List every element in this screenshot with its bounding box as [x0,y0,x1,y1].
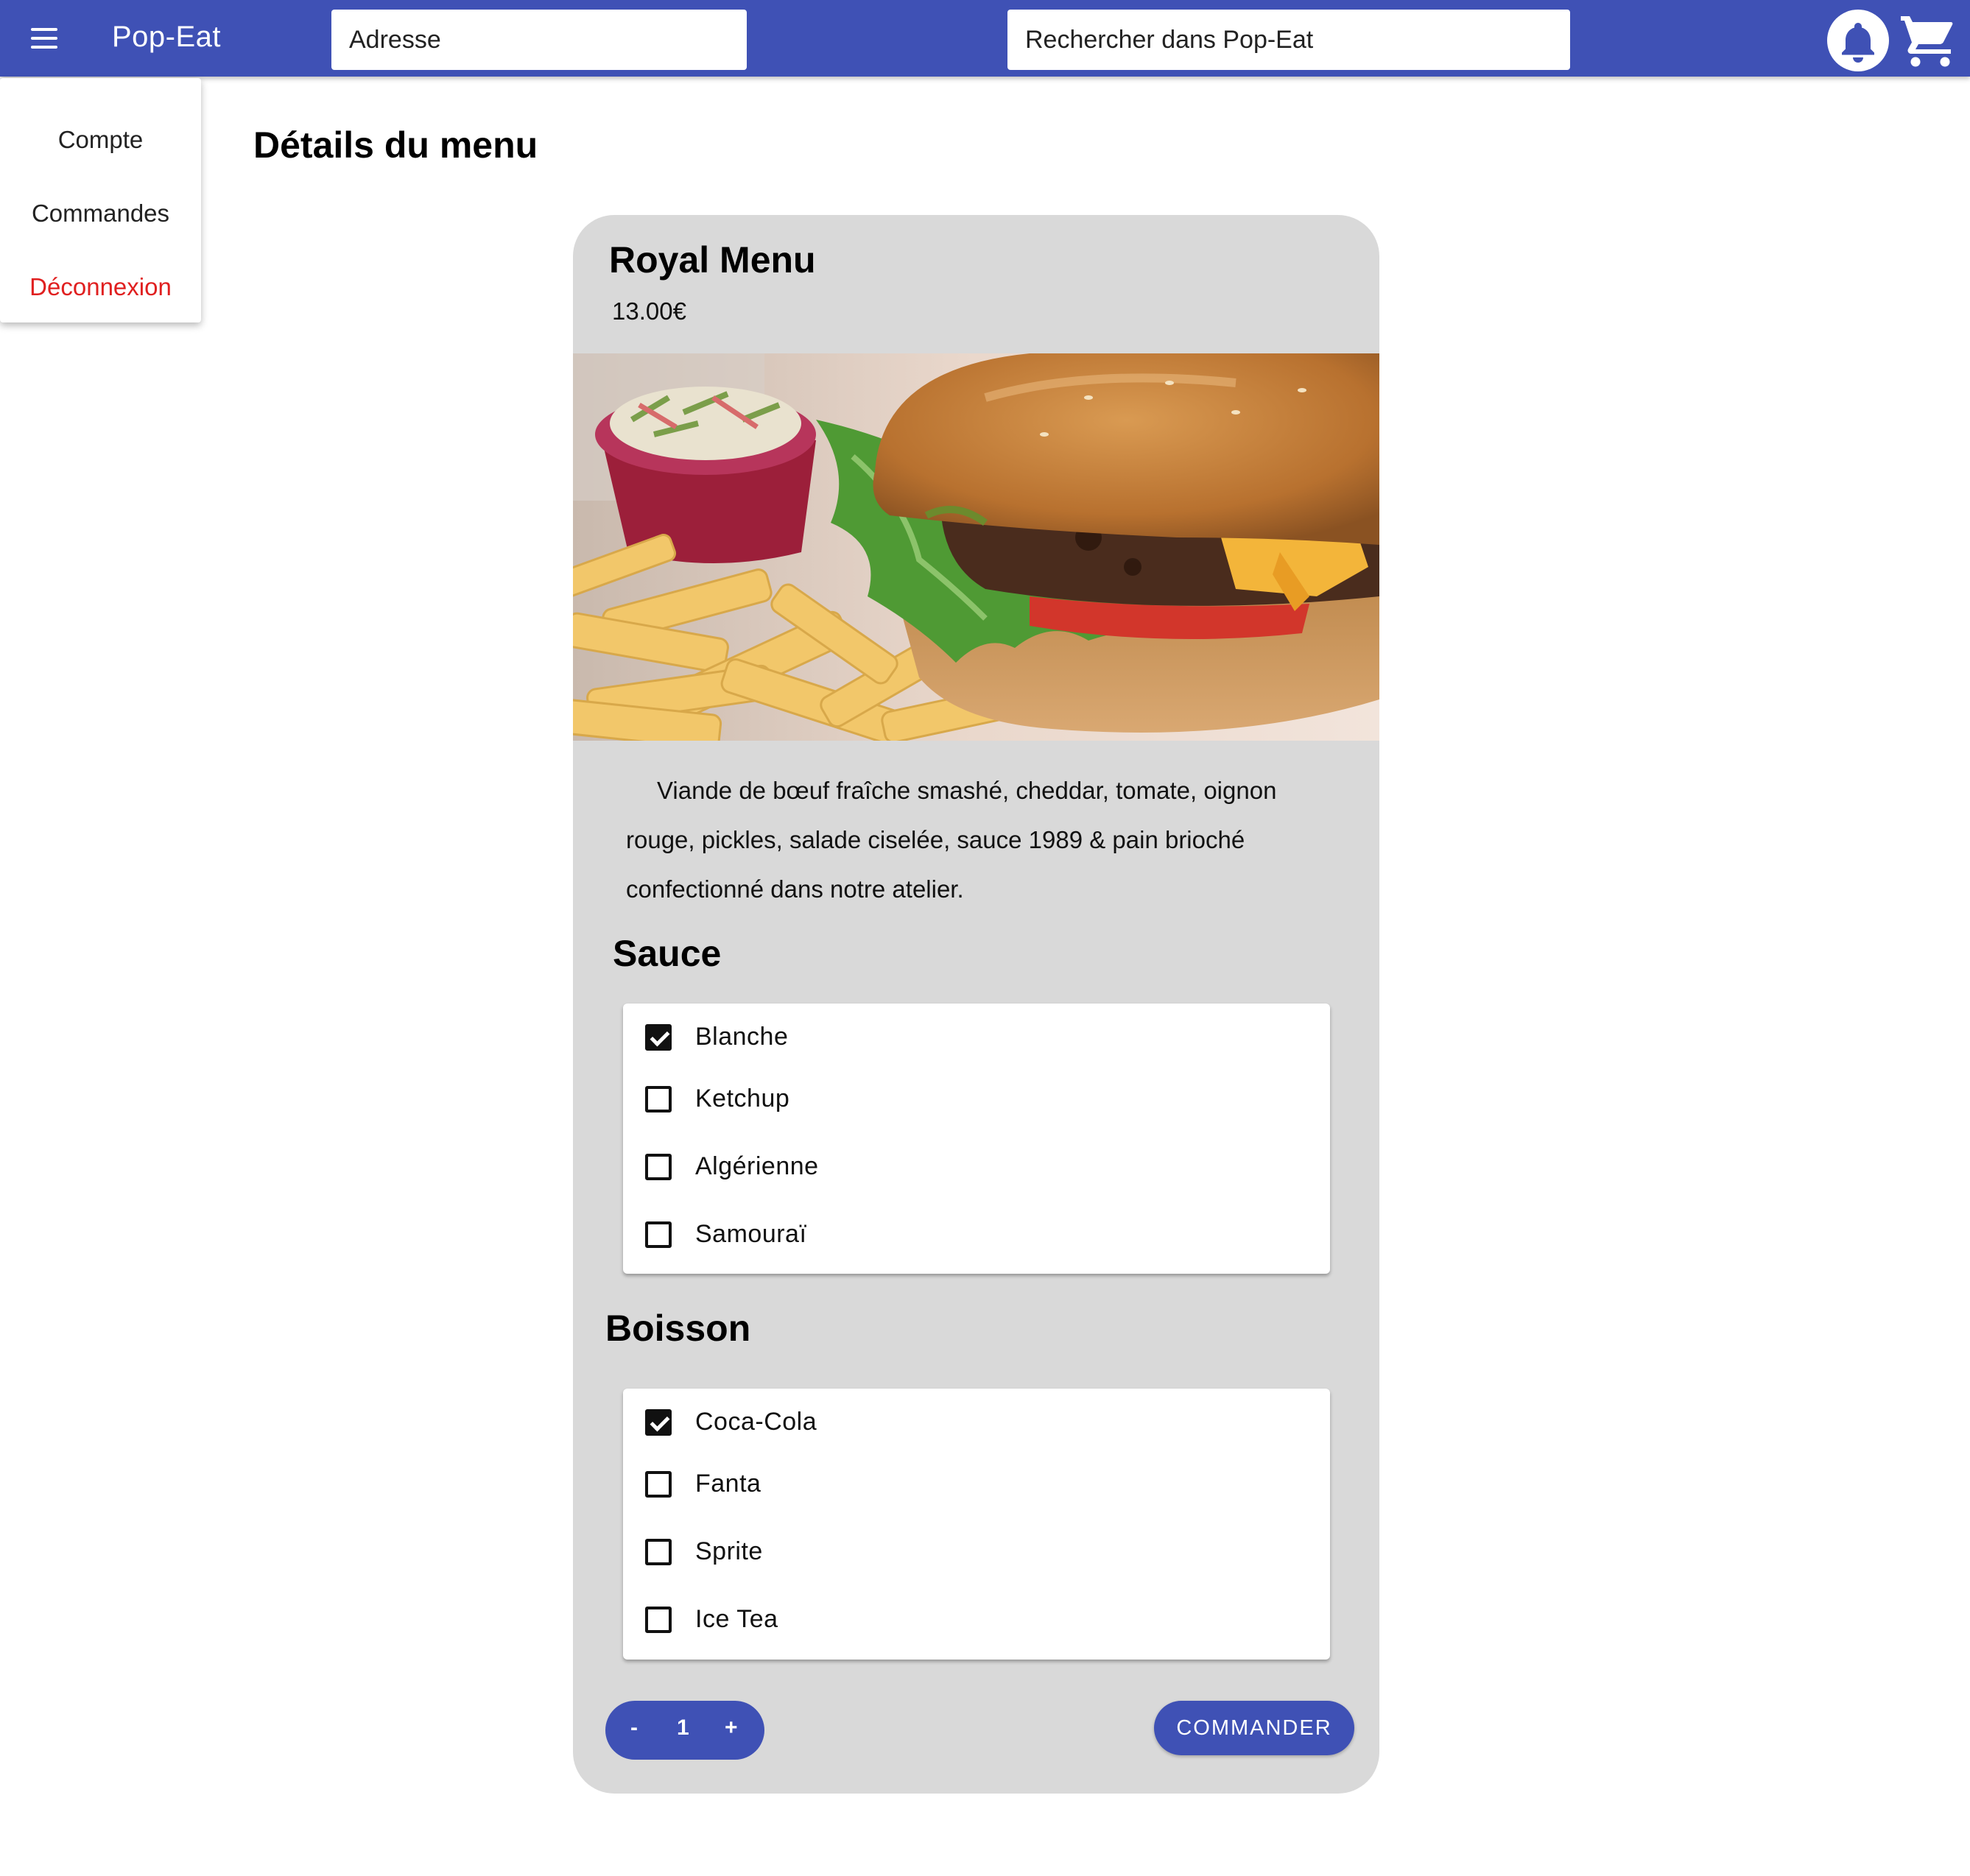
menu-item-account[interactable]: Compte [0,114,201,166]
option-label: Algérienne [695,1152,819,1180]
drink-option-ice-tea[interactable]: Ice Tea [623,1593,1330,1646]
sauce-option-samourai[interactable]: Samouraï [623,1208,1330,1261]
menu-name: Royal Menu [609,239,816,281]
option-label: Ice Tea [695,1605,778,1633]
option-label: Coca-Cola [695,1408,817,1436]
address-input[interactable] [331,10,747,70]
checkbox-checked[interactable] [645,1024,672,1051]
burger-photo [573,353,1379,741]
option-label: Ketchup [695,1085,790,1112]
checkbox-unchecked[interactable] [645,1471,672,1498]
menu-detail-card: Royal Menu 13.00€ Viande de bœuf fraîche… [573,215,1379,1794]
option-label: Fanta [695,1470,761,1498]
sauce-section-title: Sauce [613,933,722,974]
decrement-button[interactable]: - [630,1715,638,1741]
checkbox-unchecked[interactable] [645,1221,672,1248]
quantity-value: 1 [677,1715,689,1740]
option-label: Sprite [695,1537,763,1565]
checkbox-unchecked[interactable] [645,1607,672,1633]
checkbox-unchecked[interactable] [645,1154,672,1180]
sauce-option-blanche[interactable]: Blanche [623,1011,1330,1064]
sauce-option-ketchup[interactable]: Ketchup [623,1073,1330,1126]
sauce-option-algerienne[interactable]: Algérienne [623,1140,1330,1193]
app-title[interactable]: Pop-Eat [112,21,221,54]
menu-item-logout[interactable]: Déconnexion [0,261,201,313]
drink-options: Coca-Cola Fanta Sprite Ice Tea [623,1389,1330,1660]
sauce-options: Blanche Ketchup Algérienne Samouraï [623,1004,1330,1274]
shopping-cart-icon[interactable] [1896,9,1958,71]
menu-price: 13.00€ [612,297,686,325]
increment-button[interactable]: + [725,1715,738,1741]
top-app-bar: Pop-Eat [0,0,1970,77]
drink-option-fanta[interactable]: Fanta [623,1458,1330,1511]
hamburger-menu-icon[interactable] [21,19,68,57]
checkbox-unchecked[interactable] [645,1086,672,1112]
order-button[interactable]: COMMANDER [1154,1701,1354,1755]
drink-option-coca-cola[interactable]: Coca-Cola [623,1396,1330,1449]
bell-icon[interactable] [1827,10,1889,71]
option-label: Samouraï [695,1220,807,1248]
menu-description: Viande de bœuf fraîche smashé, cheddar, … [626,777,1277,903]
account-dropdown-menu: Compte Commandes Déconnexion [0,78,201,322]
drink-section-title: Boisson [605,1308,751,1349]
search-input[interactable] [1007,10,1570,70]
page-title: Détails du menu [253,124,538,166]
quantity-stepper: - 1 + [605,1701,764,1760]
checkbox-checked[interactable] [645,1409,672,1436]
menu-item-orders[interactable]: Commandes [0,188,201,239]
drink-option-sprite[interactable]: Sprite [623,1526,1330,1579]
option-label: Blanche [695,1023,789,1051]
checkbox-unchecked[interactable] [645,1539,672,1565]
